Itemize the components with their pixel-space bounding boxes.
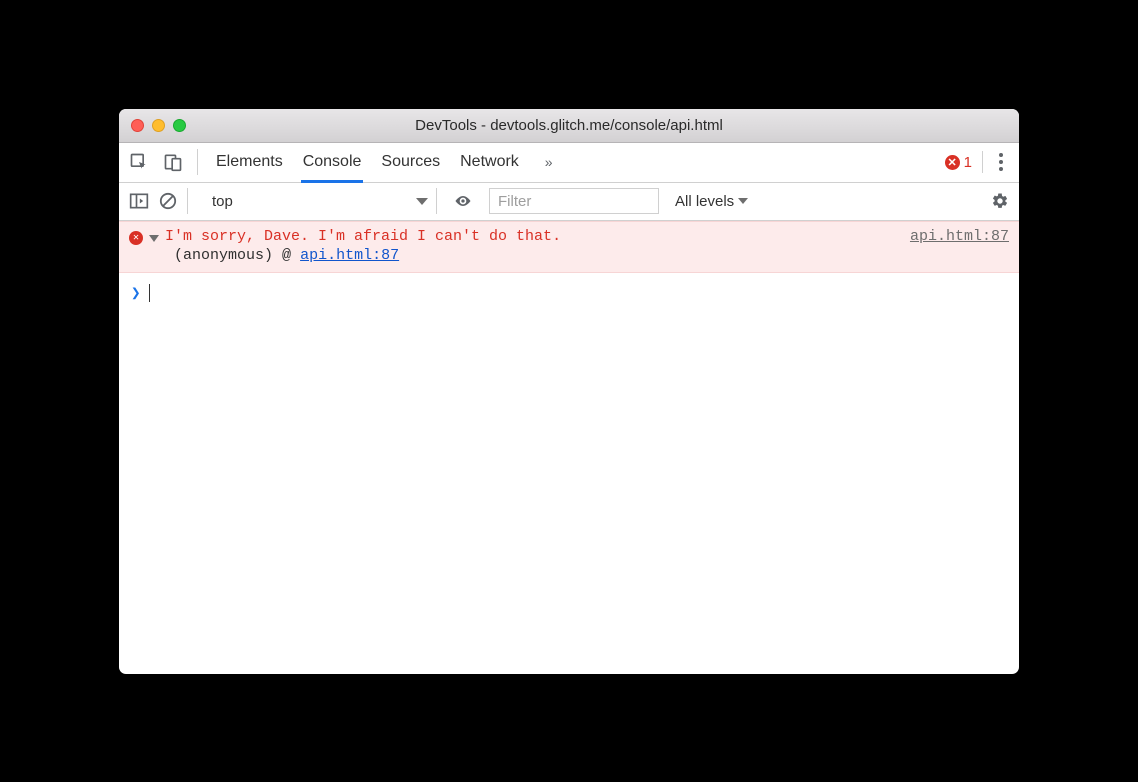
live-expression-icon[interactable]: [453, 194, 473, 208]
tab-sources[interactable]: Sources: [381, 143, 440, 182]
chevron-down-icon: [416, 198, 428, 205]
console-error-entry[interactable]: ✕ I'm sorry, Dave. I'm afraid I can't do…: [119, 221, 1019, 273]
titlebar: DevTools - devtools.glitch.me/console/ap…: [119, 109, 1019, 143]
devtools-window: DevTools - devtools.glitch.me/console/ap…: [119, 109, 1019, 674]
tabs: Elements Console Sources Network »: [216, 143, 945, 182]
error-stack: (anonymous) @ api.html:87: [129, 247, 1009, 264]
window-controls: [131, 119, 186, 132]
disclosure-triangle-icon[interactable]: [149, 235, 159, 242]
error-message: I'm sorry, Dave. I'm afraid I can't do t…: [165, 228, 898, 245]
divider: [187, 188, 188, 214]
error-row: ✕ I'm sorry, Dave. I'm afraid I can't do…: [129, 228, 1009, 245]
tabbar-right: ✕ 1: [945, 151, 1019, 173]
inspect-element-icon[interactable]: [129, 152, 149, 172]
chevron-down-icon: [738, 198, 748, 204]
error-icon: ✕: [945, 155, 960, 170]
tab-network[interactable]: Network: [460, 143, 519, 182]
tab-more[interactable]: »: [539, 143, 559, 182]
tabbar-left-tools: [129, 152, 193, 172]
stack-at: @: [282, 247, 291, 264]
filter-input[interactable]: [489, 188, 659, 214]
levels-label: All levels: [675, 193, 734, 210]
console-toolbar: top All levels: [119, 183, 1019, 221]
stack-source-link[interactable]: api.html:87: [300, 247, 399, 264]
toggle-sidebar-icon[interactable]: [129, 192, 149, 210]
divider: [982, 151, 983, 173]
minimize-window-button[interactable]: [152, 119, 165, 132]
log-levels-select[interactable]: All levels: [675, 193, 748, 210]
text-cursor: [149, 284, 150, 302]
tab-console[interactable]: Console: [303, 143, 362, 182]
context-label: top: [212, 193, 233, 210]
device-toolbar-icon[interactable]: [163, 152, 183, 172]
stack-function: (anonymous): [174, 247, 273, 264]
window-title: DevTools - devtools.glitch.me/console/ap…: [119, 117, 1019, 134]
kebab-menu-icon[interactable]: [993, 153, 1009, 171]
zoom-window-button[interactable]: [173, 119, 186, 132]
close-window-button[interactable]: [131, 119, 144, 132]
console-prompt[interactable]: ❯: [119, 273, 1019, 313]
tabbar: Elements Console Sources Network » ✕ 1: [119, 143, 1019, 183]
error-source-link[interactable]: api.html:87: [910, 228, 1009, 245]
divider: [197, 149, 198, 175]
console-body: ✕ I'm sorry, Dave. I'm afraid I can't do…: [119, 221, 1019, 674]
clear-console-icon[interactable]: [159, 192, 177, 210]
error-count-badge[interactable]: ✕ 1: [945, 154, 972, 171]
tab-elements[interactable]: Elements: [216, 143, 283, 182]
gear-icon[interactable]: [991, 192, 1009, 210]
error-count: 1: [964, 154, 972, 171]
error-icon: ✕: [129, 231, 143, 245]
execution-context-select[interactable]: top: [202, 188, 437, 214]
prompt-chevron-icon: ❯: [131, 283, 141, 303]
